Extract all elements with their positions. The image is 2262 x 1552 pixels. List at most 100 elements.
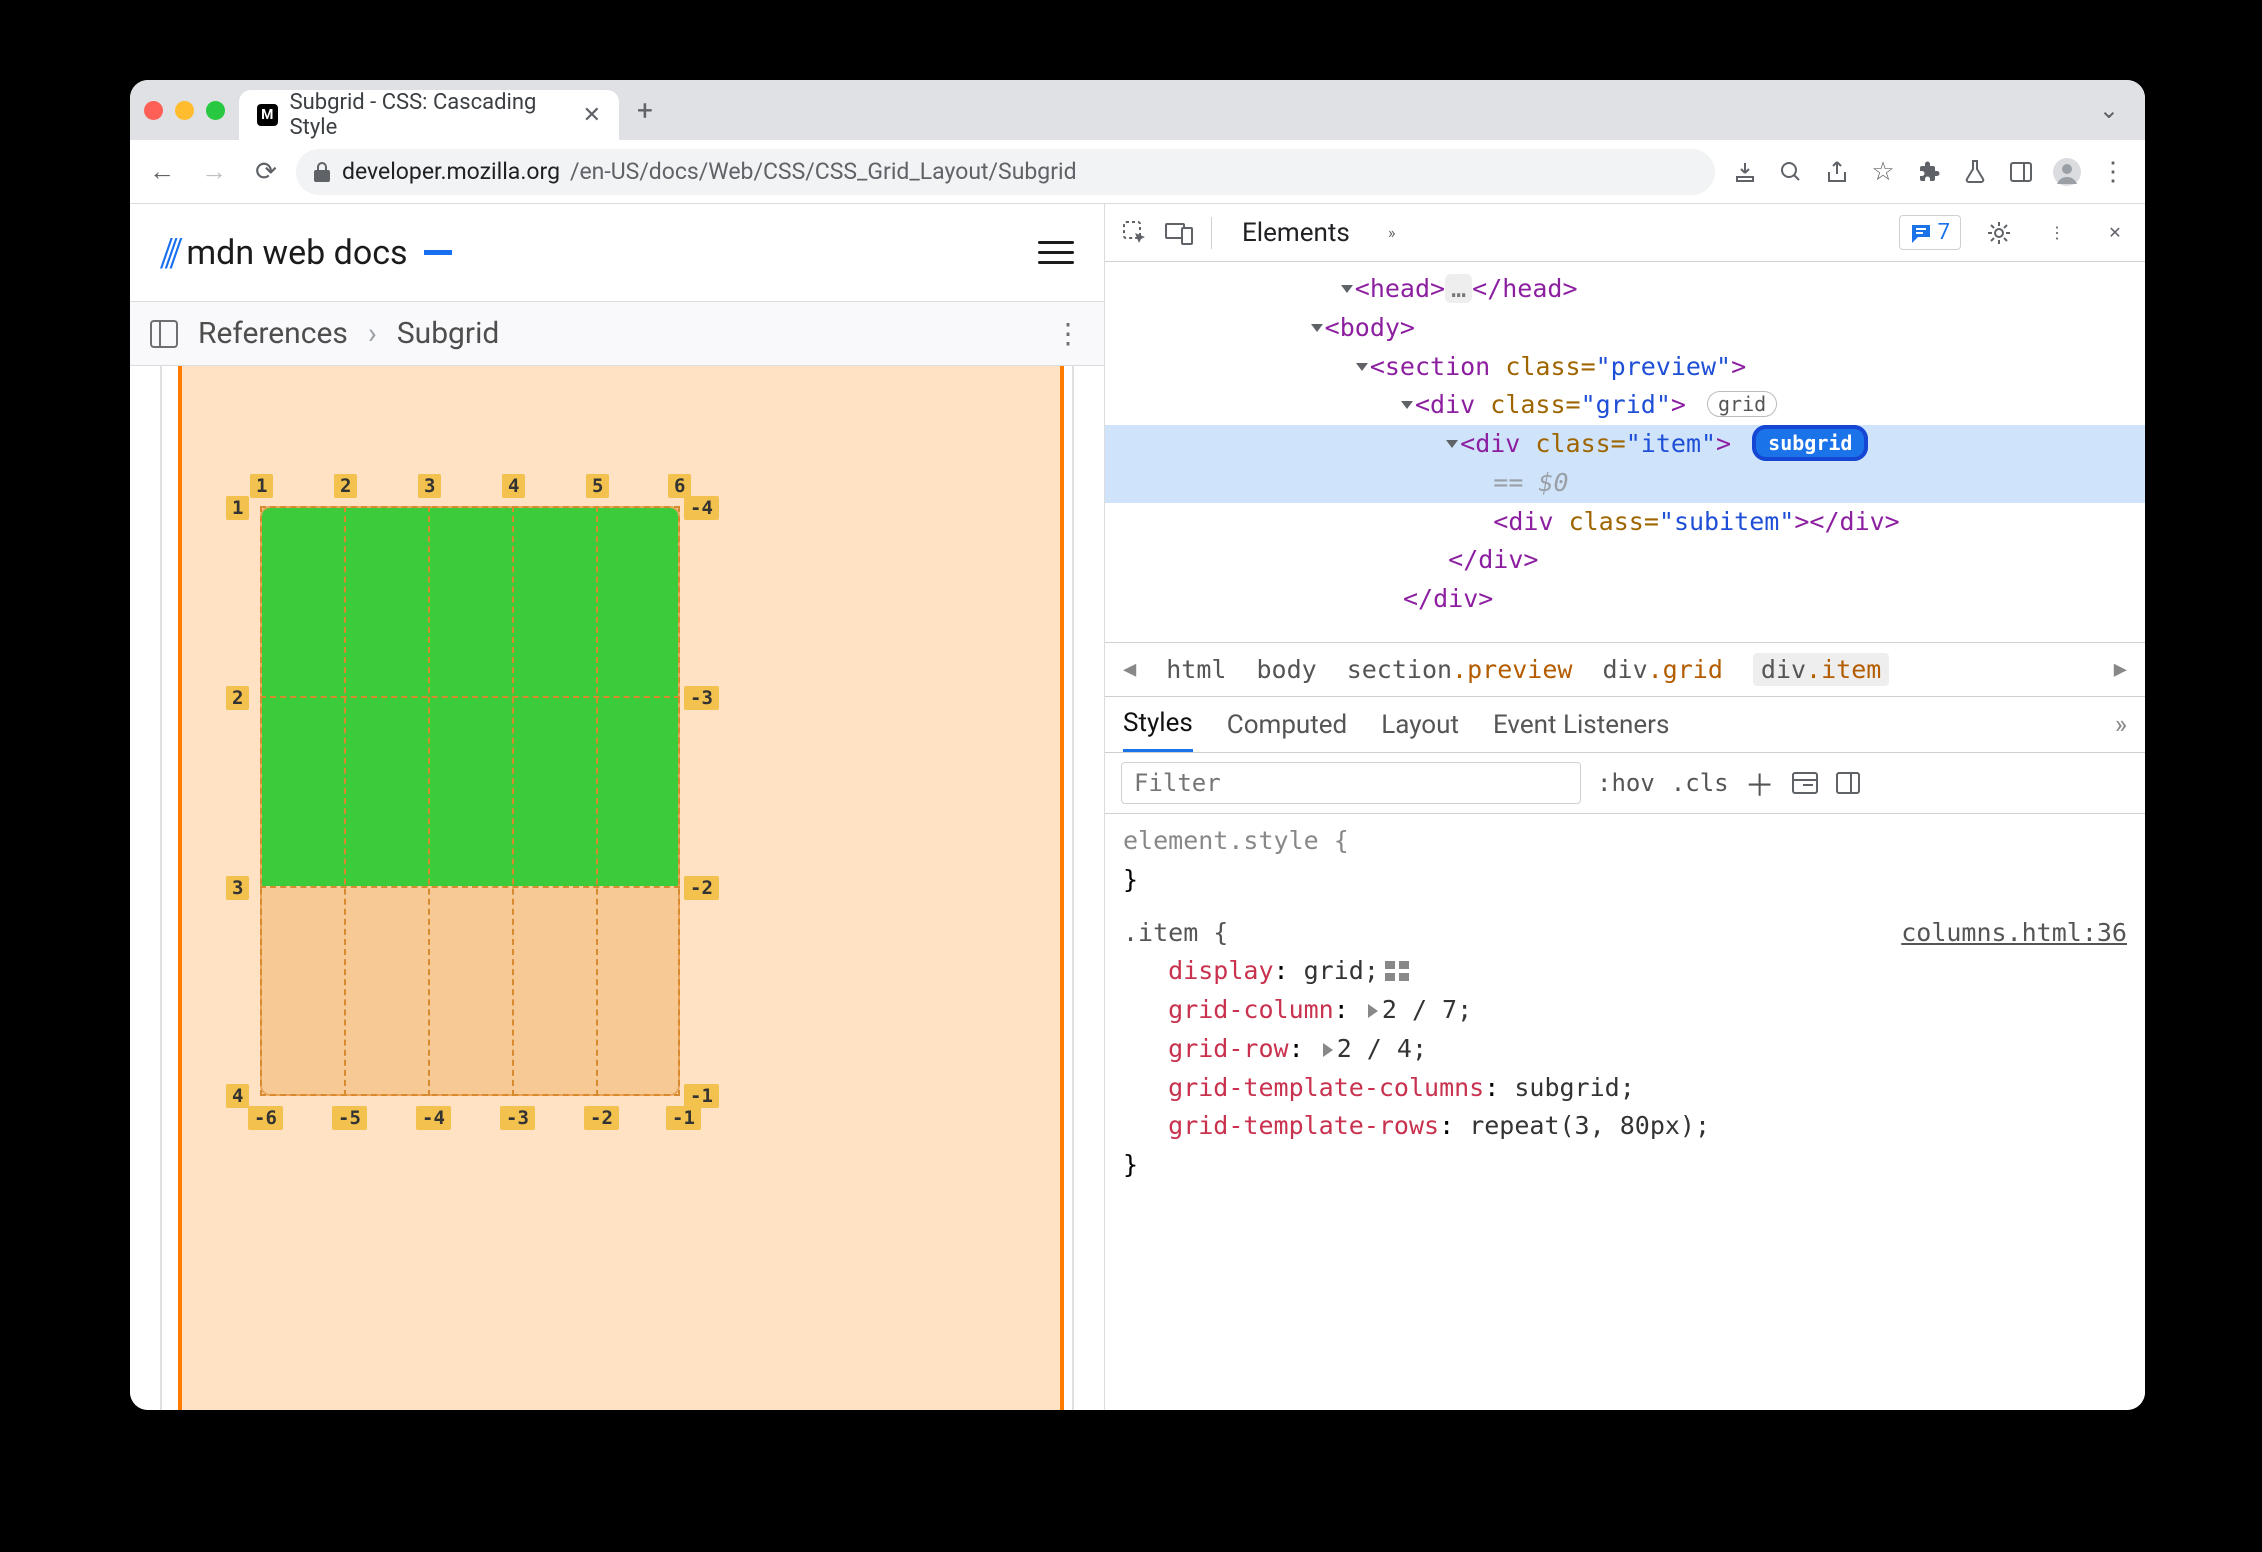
rule-source-link[interactable]: columns.html:36 xyxy=(1901,914,2127,953)
styles-pane[interactable]: element.style { } .item { columns.html:3… xyxy=(1105,814,2145,1410)
css-declaration[interactable]: grid-row: 2 / 4; xyxy=(1123,1030,2127,1069)
extensions-icon[interactable] xyxy=(1907,150,1951,194)
new-rule-icon[interactable]: ＋ xyxy=(1745,761,1775,805)
dom-node[interactable]: <div class="subitem"></div> xyxy=(1105,503,2145,542)
browser-tab[interactable]: M Subgrid - CSS: Cascading Style ✕ xyxy=(239,90,619,140)
hov-toggle[interactable]: :hov xyxy=(1597,769,1655,797)
dom-node[interactable]: <div class="grid"> grid xyxy=(1105,386,2145,425)
share-icon[interactable] xyxy=(1815,150,1859,194)
zoom-icon[interactable] xyxy=(1769,150,1813,194)
tabs-overflow-icon[interactable]: ⌄ xyxy=(2087,96,2131,124)
close-devtools-icon[interactable]: ✕ xyxy=(2095,213,2135,253)
profile-icon[interactable] xyxy=(2045,150,2089,194)
path-seg[interactable]: div.grid xyxy=(1602,655,1722,684)
back-button[interactable]: ← xyxy=(140,150,184,194)
computed-toggle-icon[interactable] xyxy=(1791,771,1819,795)
dom-node-selected[interactable]: <div class="item"> subgrid xyxy=(1105,425,2145,464)
forward-button[interactable]: → xyxy=(192,150,236,194)
close-tab-icon[interactable]: ✕ xyxy=(583,103,601,128)
expand-icon[interactable] xyxy=(1323,1043,1333,1057)
rule-selector[interactable]: .item { xyxy=(1123,914,1228,953)
path-next-icon[interactable]: ▶ xyxy=(2114,657,2127,682)
bookmark-icon[interactable]: ☆ xyxy=(1861,150,1905,194)
side-toggle-icon[interactable] xyxy=(1835,771,1861,795)
mdn-logo-text: mdn web docs xyxy=(186,233,407,273)
url-path: /en-US/docs/Web/CSS/CSS_Grid_Layout/Subg… xyxy=(570,158,1077,185)
inspect-element-icon[interactable] xyxy=(1115,213,1155,253)
grid-line-label: -4 xyxy=(416,1106,451,1130)
devtools-menu-icon[interactable]: ⋮ xyxy=(2037,213,2077,253)
tab-title: Subgrid - CSS: Cascading Style xyxy=(290,90,571,140)
dom-node[interactable]: <head>…</head> xyxy=(1105,270,2145,309)
url-host: developer.mozilla.org xyxy=(342,158,560,185)
dom-node[interactable]: </div> xyxy=(1105,580,2145,619)
css-declaration[interactable]: grid-template-columns: subgrid; xyxy=(1123,1069,2127,1108)
more-tabs-icon[interactable]: » xyxy=(1372,213,1412,253)
path-seg[interactable]: section.preview xyxy=(1347,655,1573,684)
path-prev-icon[interactable]: ◀ xyxy=(1123,657,1136,682)
new-tab-button[interactable]: + xyxy=(625,90,665,130)
subgrid-badge[interactable]: subgrid xyxy=(1752,425,1868,461)
more-subtabs-icon[interactable]: » xyxy=(2115,710,2127,740)
grid-line-label: -1 xyxy=(666,1106,701,1130)
path-seg[interactable]: body xyxy=(1256,655,1316,684)
titlebar: M Subgrid - CSS: Cascading Style ✕ + ⌄ xyxy=(130,80,2145,140)
settings-icon[interactable] xyxy=(1979,213,2019,253)
grid-line-label: 1 xyxy=(226,496,249,520)
subtab-layout[interactable]: Layout xyxy=(1381,710,1459,740)
zoom-window-button[interactable] xyxy=(206,101,225,120)
dom-node[interactable]: <body> xyxy=(1105,309,2145,348)
article-actions-icon[interactable]: ⋮ xyxy=(1054,317,1084,350)
issues-badge[interactable]: 7 xyxy=(1899,215,1961,250)
dom-breadcrumb: ◀ html body section.preview div.grid div… xyxy=(1105,642,2145,697)
path-seg-active[interactable]: div.item xyxy=(1753,653,1889,686)
dom-tree[interactable]: <head>…</head> <body> <section class="pr… xyxy=(1105,262,2145,642)
styles-filter-input[interactable] xyxy=(1121,762,1581,804)
elements-tab[interactable]: Elements xyxy=(1224,204,1368,261)
hamburger-menu-button[interactable] xyxy=(1038,241,1074,264)
grid-line-label: 4 xyxy=(226,1084,249,1108)
subgrid-overlay: 1 2 3 4 5 6 1 2 3 4 -4 -3 -2 -1 xyxy=(260,506,680,1096)
mdn-logo[interactable]: /// mdn web docs xyxy=(160,226,452,279)
article-body[interactable]: 1 2 3 4 5 6 1 2 3 4 -4 -3 -2 -1 xyxy=(130,366,1104,1410)
labs-icon[interactable] xyxy=(1953,150,1997,194)
grid-line-label: 3 xyxy=(418,474,441,498)
expand-icon[interactable] xyxy=(1368,1004,1378,1018)
rule-header: .item { columns.html:36 xyxy=(1123,914,2127,953)
minimize-window-button[interactable] xyxy=(175,101,194,120)
subtab-event-listeners[interactable]: Event Listeners xyxy=(1493,710,1669,740)
subtab-styles[interactable]: Styles xyxy=(1123,697,1193,752)
address-bar[interactable]: developer.mozilla.org/en-US/docs/Web/CSS… xyxy=(296,149,1715,195)
content-area: /// mdn web docs References › Subgrid ⋮ xyxy=(130,204,2145,1410)
menu-icon[interactable]: ⋮ xyxy=(2091,150,2135,194)
path-seg[interactable]: html xyxy=(1166,655,1226,684)
mdn-logo-mark-icon: /// xyxy=(160,226,174,279)
dom-node[interactable]: <section class="preview"> xyxy=(1105,348,2145,387)
grid-line-label: -6 xyxy=(248,1106,283,1130)
browser-window: M Subgrid - CSS: Cascading Style ✕ + ⌄ ←… xyxy=(130,80,2145,1410)
grid-badge[interactable]: grid xyxy=(1707,391,1777,417)
rule-inline[interactable]: element.style { } xyxy=(1123,822,2127,900)
css-declaration[interactable]: grid-column: 2 / 7; xyxy=(1123,991,2127,1030)
issues-count: 7 xyxy=(1938,220,1950,245)
grid-glyph-icon[interactable] xyxy=(1385,961,1411,981)
install-icon[interactable] xyxy=(1723,150,1767,194)
grid-line-label: -3 xyxy=(684,686,719,710)
breadcrumb-bar: References › Subgrid ⋮ xyxy=(130,301,1104,366)
side-panel-icon[interactable] xyxy=(1999,150,2043,194)
reload-button[interactable]: ⟳ xyxy=(244,150,288,194)
close-window-button[interactable] xyxy=(144,101,163,120)
dom-node[interactable]: </div> xyxy=(1105,541,2145,580)
css-declaration[interactable]: display: grid; xyxy=(1123,952,2127,991)
grid-line-label: 2 xyxy=(334,474,357,498)
breadcrumb-references[interactable]: References xyxy=(198,316,348,351)
device-toggle-icon[interactable] xyxy=(1159,213,1199,253)
page-viewport: /// mdn web docs References › Subgrid ⋮ xyxy=(130,204,1105,1410)
grid-line-label: -5 xyxy=(332,1106,367,1130)
css-declaration[interactable]: grid-template-rows: repeat(3, 80px); xyxy=(1123,1107,2127,1146)
dom-node-ghost: == $0 xyxy=(1105,464,2145,503)
styles-filter-bar: :hov .cls ＋ xyxy=(1105,753,2145,814)
sidebar-toggle-icon[interactable] xyxy=(150,320,178,348)
cls-toggle[interactable]: .cls xyxy=(1671,769,1729,797)
subtab-computed[interactable]: Computed xyxy=(1227,710,1347,740)
